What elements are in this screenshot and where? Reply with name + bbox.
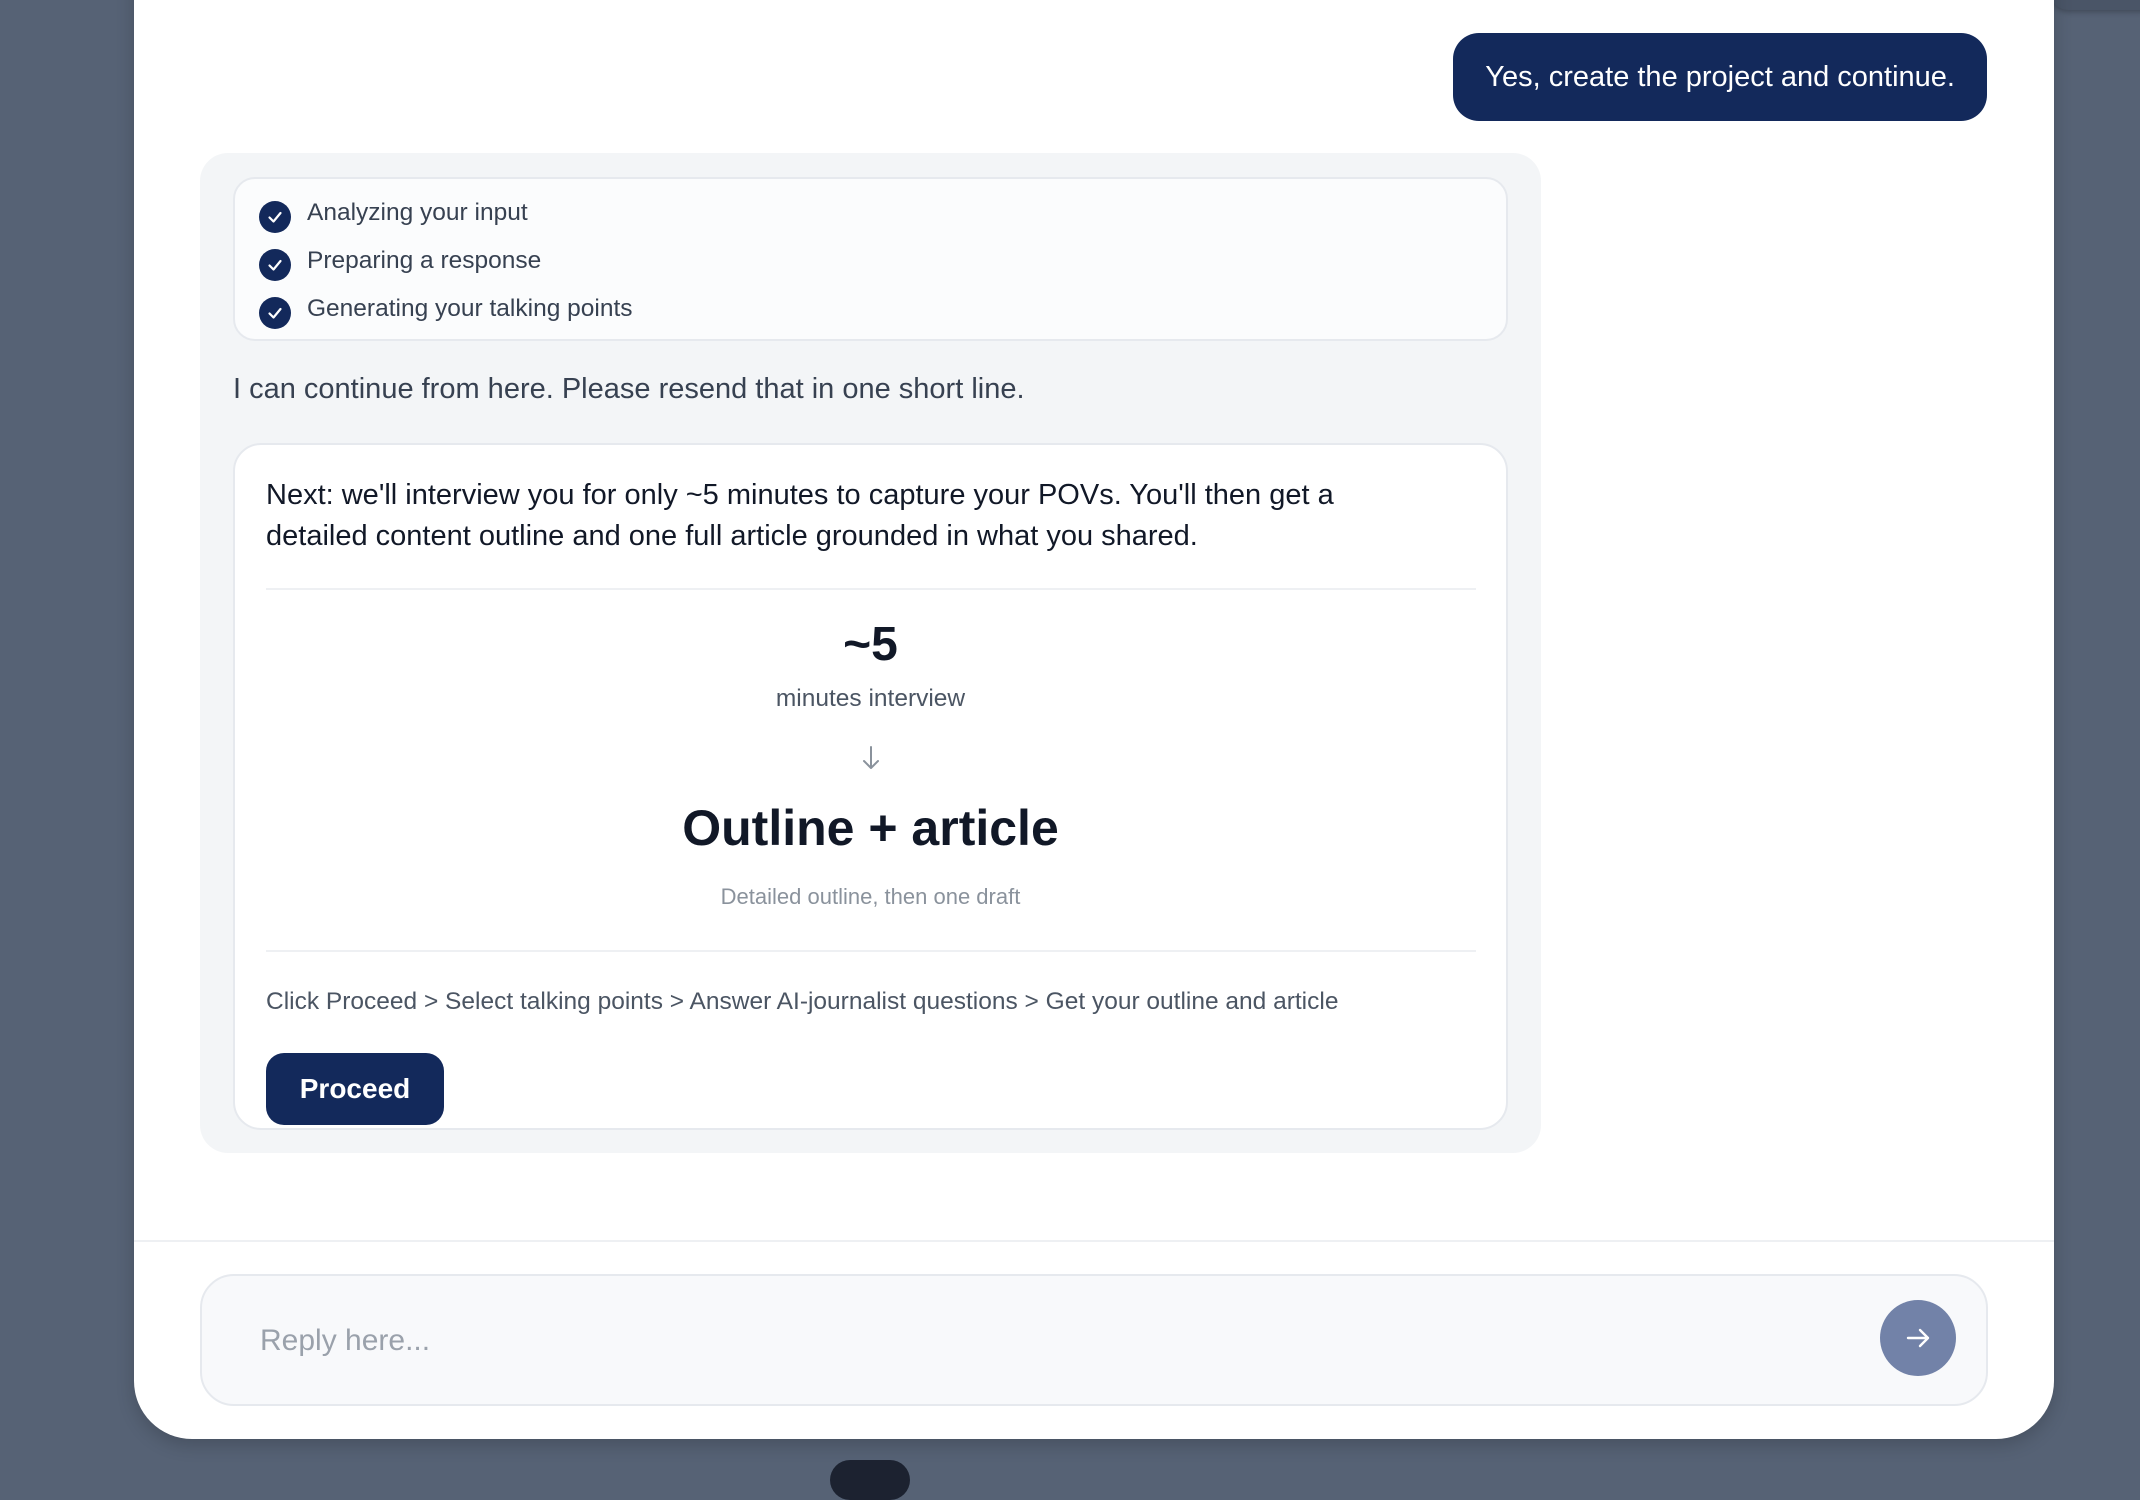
assistant-message-container: Analyzing your input Preparing a respons… bbox=[200, 153, 1541, 1153]
proceed-button[interactable]: Proceed bbox=[266, 1053, 444, 1125]
chat-panel: Yes, create the project and continue. An… bbox=[134, 0, 2054, 1439]
check-circle-icon bbox=[259, 201, 291, 233]
check-circle-icon bbox=[259, 297, 291, 329]
next-steps-card: Next: we'll interview you for only ~5 mi… bbox=[233, 443, 1508, 1130]
progress-step-label: Generating your talking points bbox=[307, 295, 633, 322]
progress-steps-panel: Analyzing your input Preparing a respons… bbox=[233, 177, 1508, 341]
send-button[interactable] bbox=[1880, 1300, 1956, 1376]
composer-divider bbox=[134, 1240, 2054, 1242]
progress-step: Analyzing your input bbox=[259, 193, 528, 233]
card-intro-text: Next: we'll interview you for only ~5 mi… bbox=[266, 479, 1334, 552]
result-title: Outline + article bbox=[682, 800, 1059, 856]
card-divider bbox=[266, 950, 1476, 952]
interview-duration-value: ~5 bbox=[843, 618, 898, 671]
background-window-edge bbox=[2050, 0, 2140, 10]
assistant-message-text: I can continue from here. Please resend … bbox=[233, 373, 1025, 405]
reply-composer bbox=[200, 1274, 1988, 1406]
arrow-down-icon bbox=[862, 746, 879, 769]
flow-steps-text: Click Proceed > Select talking points > … bbox=[266, 988, 1339, 1015]
progress-step: Preparing a response bbox=[259, 241, 541, 281]
check-circle-icon bbox=[259, 249, 291, 281]
reply-input[interactable] bbox=[258, 1312, 1762, 1370]
arrow-right-icon bbox=[1906, 1328, 1930, 1348]
progress-step-label: Preparing a response bbox=[307, 247, 542, 274]
interview-duration-caption: minutes interview bbox=[775, 685, 966, 712]
result-caption: Detailed outline, then one draft bbox=[720, 884, 1021, 909]
user-message-bubble: Yes, create the project and continue. bbox=[1453, 33, 1987, 121]
progress-step-label: Analyzing your input bbox=[307, 199, 528, 226]
card-divider bbox=[266, 588, 1476, 590]
bottom-handle bbox=[830, 1460, 910, 1500]
progress-step: Generating your talking points bbox=[259, 289, 633, 329]
